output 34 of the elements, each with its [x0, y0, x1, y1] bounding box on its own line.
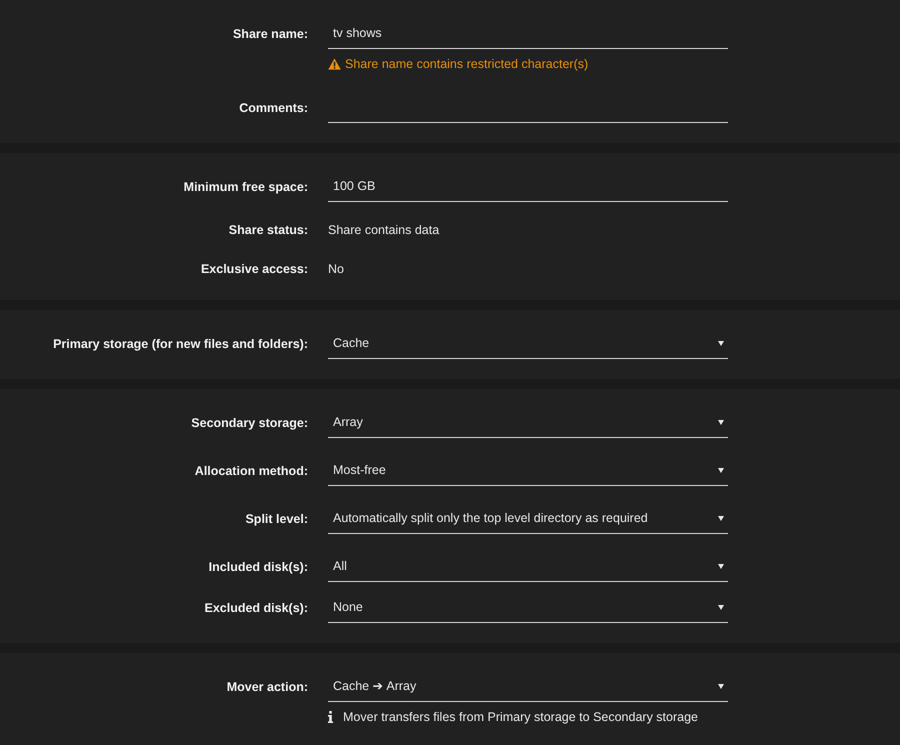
dropdown[interactable]: Array	[328, 407, 728, 438]
field-label: Split level:	[244, 510, 309, 526]
field-label: Mover action:	[226, 678, 309, 694]
dropdown[interactable]: Cache	[328, 328, 728, 359]
field-label: Exclusive access:	[200, 261, 309, 277]
field-label: Minimum free space:	[182, 178, 309, 194]
caret-icon	[718, 420, 724, 424]
field-label: Excluded disk(s):	[204, 600, 309, 616]
caret-icon	[718, 684, 724, 688]
dropdown[interactable]: Cache ➔ Array	[328, 671, 728, 702]
warning-message: Share name contains restricted character(s)	[345, 56, 588, 72]
caret-icon	[718, 605, 724, 610]
dropdown[interactable]: None	[328, 592, 728, 623]
warning-icon	[328, 58, 341, 70]
status-text: Share contains data	[328, 222, 440, 239]
field-label: Comments:	[238, 100, 309, 116]
field-label: Primary storage (for new files and folders):	[52, 336, 309, 352]
caret-icon	[718, 564, 724, 569]
caret-icon	[718, 516, 724, 520]
field-label: Secondary storage:	[190, 414, 309, 430]
field-label: Share status:	[228, 222, 309, 238]
dropdown[interactable]: Most-free	[328, 455, 728, 486]
info-icon	[328, 711, 333, 723]
caret-icon	[718, 340, 724, 346]
info-message: Mover transfers files from Primary storage to Secondary storage	[343, 709, 698, 725]
field-label: Included disk(s):	[208, 558, 309, 574]
dropdown[interactable]: All	[328, 551, 728, 582]
text-field[interactable]: 100 GB	[328, 171, 728, 202]
field-label: Share name:	[232, 26, 309, 42]
field-label: Allocation method:	[194, 462, 309, 478]
caret-icon	[718, 468, 724, 472]
status-text: No	[328, 260, 345, 278]
text-field[interactable]: tv shows	[328, 18, 728, 49]
dropdown[interactable]: Automatically split only the top level directory as required	[328, 503, 728, 534]
